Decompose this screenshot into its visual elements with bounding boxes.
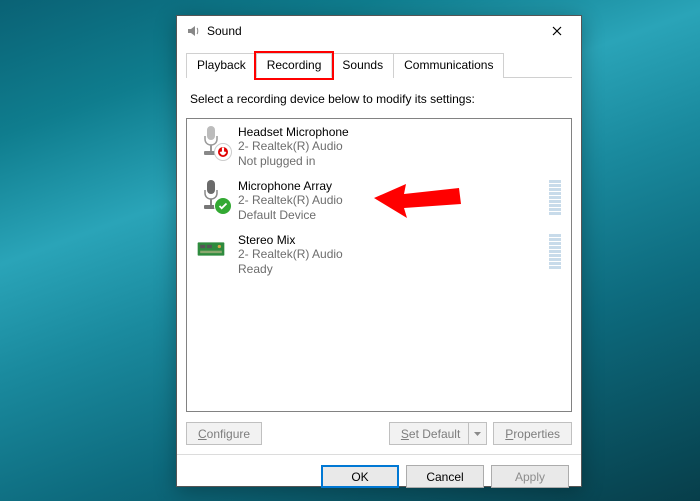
tab-sounds[interactable]: Sounds [331, 53, 394, 78]
window-title: Sound [207, 24, 535, 38]
dialog-footer: OK Cancel Apply [177, 454, 581, 498]
tab-recording[interactable]: Recording [256, 53, 333, 78]
device-icon-wrapper [193, 232, 229, 266]
device-text: Stereo Mix 2- Realtek(R) Audio Ready [238, 232, 540, 277]
sound-card-icon [196, 232, 226, 266]
device-row[interactable]: Headset Microphone 2- Realtek(R) Audio N… [187, 121, 571, 175]
cancel-button[interactable]: Cancel [406, 465, 484, 488]
tab-playback[interactable]: Playback [186, 53, 257, 78]
device-status: Default Device [238, 208, 540, 223]
chevron-down-icon[interactable] [468, 423, 486, 444]
sound-icon [185, 23, 201, 39]
instruction-text: Select a recording device below to modif… [190, 92, 568, 106]
device-list: Headset Microphone 2- Realtek(R) Audio N… [186, 118, 572, 412]
properties-button[interactable]: Properties [493, 422, 572, 445]
device-name: Headset Microphone [238, 125, 565, 139]
ok-button[interactable]: OK [321, 465, 399, 488]
close-button[interactable] [535, 17, 579, 45]
device-name: Stereo Mix [238, 233, 540, 247]
level-meter [549, 234, 561, 269]
titlebar: Sound [177, 16, 581, 46]
tab-strip: Playback Recording Sounds Communications [186, 52, 572, 78]
tab-communications[interactable]: Communications [393, 53, 504, 78]
level-meter [549, 180, 561, 215]
device-text: Microphone Array 2- Realtek(R) Audio Def… [238, 178, 540, 223]
configure-button[interactable]: Configure [186, 422, 262, 445]
device-subtitle: 2- Realtek(R) Audio [238, 247, 540, 262]
device-text: Headset Microphone 2- Realtek(R) Audio N… [238, 124, 565, 169]
device-row[interactable]: Microphone Array 2- Realtek(R) Audio Def… [187, 175, 571, 229]
device-status: Not plugged in [238, 154, 565, 169]
device-name: Microphone Array [238, 179, 540, 193]
default-check-icon [214, 197, 232, 215]
unplugged-overlay-icon [214, 143, 232, 161]
device-row[interactable]: Stereo Mix 2- Realtek(R) Audio Ready [187, 229, 571, 283]
sound-dialog: Sound Playback Recording Sounds Communic… [176, 15, 582, 487]
device-status: Ready [238, 262, 540, 277]
device-subtitle: 2- Realtek(R) Audio [238, 193, 540, 208]
set-default-button[interactable]: Set Default [389, 422, 487, 445]
device-button-row: Configure Set Default Properties [186, 422, 572, 445]
device-icon-wrapper [193, 124, 229, 158]
device-icon-wrapper [193, 178, 229, 212]
apply-button[interactable]: Apply [491, 465, 569, 488]
device-subtitle: 2- Realtek(R) Audio [238, 139, 565, 154]
